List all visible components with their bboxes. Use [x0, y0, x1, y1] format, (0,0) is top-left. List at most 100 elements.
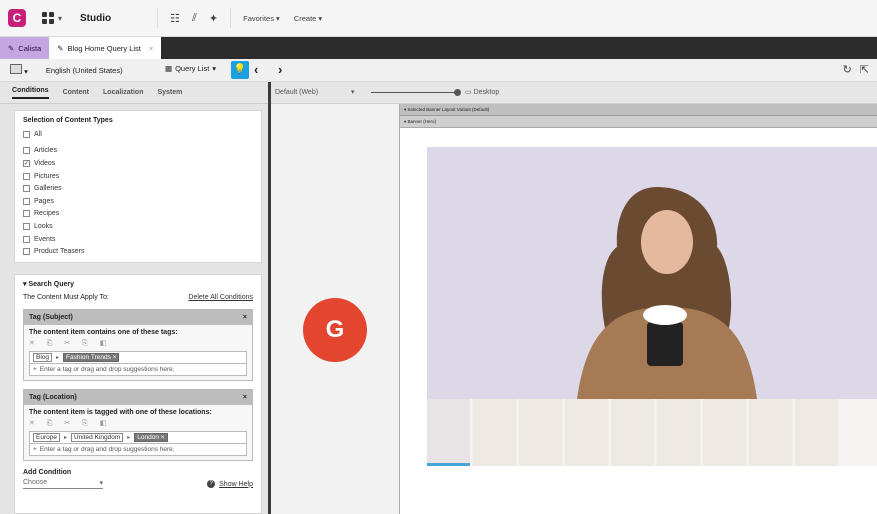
checkbox-pictures[interactable]: Pictures	[23, 170, 253, 183]
top-menus: Favorites ▾ Create ▾	[243, 14, 322, 23]
tag-input[interactable]: + Enter a tag or drag and drop suggestion…	[29, 444, 247, 456]
tag-chip[interactable]: Europe	[33, 433, 60, 442]
hero-photo	[427, 147, 877, 399]
condition-location: Tag (Location) × The content item is tagg…	[23, 389, 253, 461]
slider-handle[interactable]	[454, 89, 461, 96]
search-query-title[interactable]: ▾ Search Query	[23, 280, 253, 288]
columns-icon[interactable]: ⫽	[192, 12, 197, 25]
tag-input[interactable]: + Enter a tag or drag and drop suggestion…	[29, 364, 247, 376]
tag-actions-icon[interactable]: ✕ ⎗ ✂ ⎘ ◧	[29, 339, 247, 348]
hero-image	[427, 147, 877, 399]
add-condition-label: Add Condition	[23, 469, 72, 476]
thumbnail[interactable]	[795, 399, 838, 466]
content-types-title: Selection of Content Types	[23, 117, 113, 124]
locale-selector[interactable]: ▾ English (United States)	[10, 64, 123, 76]
condition-header: Tag (Location) ×	[24, 390, 252, 405]
thumbnail[interactable]	[703, 399, 746, 466]
chevron-down-icon[interactable]: ▾	[351, 88, 355, 96]
delete-all-conditions-link[interactable]: Delete All Conditions	[188, 294, 253, 301]
chevron-down-icon: ▾	[99, 480, 103, 487]
brand-badge: G	[303, 298, 367, 362]
tag-path: Blog ▸ Fashion Trends ×	[29, 351, 247, 364]
checkbox-articles[interactable]: Articles	[23, 145, 253, 158]
page-preview: ▾ Selected Banner Layout Variant (Defaul…	[399, 104, 877, 514]
refresh-icon[interactable]: ↻	[843, 63, 852, 76]
view-selector[interactable]: ▦ Query List ▾	[165, 64, 216, 73]
favorites-menu[interactable]: Favorites ▾	[243, 14, 280, 23]
tab-conditions[interactable]: Conditions	[12, 87, 49, 99]
plus-icon: +	[33, 366, 37, 373]
collapse-left-icon[interactable]: ‹	[254, 62, 258, 77]
app-title: Studio	[80, 12, 112, 24]
apply-row: The Content Must Apply To: Delete All Co…	[23, 294, 253, 301]
checkbox-galleries[interactable]: Galleries	[23, 182, 253, 195]
tag-chip[interactable]: United Kingdom	[70, 433, 124, 442]
editor-tabs: ✎ Calista ✎ Blog Home Query List ×	[0, 37, 877, 59]
checkbox-looks[interactable]: Looks	[23, 220, 253, 233]
condition-subject: Tag (Subject) × The content item contains…	[23, 309, 253, 381]
tag-actions-icon[interactable]: ✕ ⎗ ✂ ⎘ ◧	[29, 419, 247, 428]
create-menu[interactable]: Create ▾	[294, 14, 322, 23]
checkbox-events[interactable]: Events	[23, 233, 253, 246]
chevron-down-icon: ▾	[58, 13, 63, 23]
expand-right-icon[interactable]: ›	[278, 62, 282, 77]
checkbox-pages[interactable]: Pages	[23, 195, 253, 208]
tab-content[interactable]: Content	[63, 89, 89, 96]
pencil-icon: ✎	[8, 43, 15, 53]
checkbox-product-teasers[interactable]: Product Teasers	[23, 245, 253, 258]
content-types-card: Selection of Content Types All Articles …	[14, 110, 262, 263]
library-icon[interactable]: ☷	[170, 12, 180, 25]
width-slider[interactable]	[371, 92, 457, 93]
thumbnail[interactable]	[565, 399, 608, 466]
tag-path: Europe ▸ United Kingdom ▸ London ×	[29, 431, 247, 444]
apps-menu[interactable]: ▾	[42, 12, 62, 24]
plus-icon: +	[33, 446, 37, 453]
channel-select[interactable]: Default (Web)	[275, 89, 318, 96]
thumbnail[interactable]	[427, 399, 470, 466]
close-icon[interactable]: ×	[243, 314, 247, 321]
thumbnail[interactable]	[473, 399, 516, 466]
editor-toolbar: ▾ English (United States) ▦ Query List ▾…	[0, 59, 877, 82]
app-logo[interactable]: C	[8, 9, 26, 27]
layout-variant-bar[interactable]: ▾ Selected Banner Layout Variant (Defaul…	[400, 104, 877, 116]
help-icon: ?	[207, 480, 216, 488]
top-bar: C ▾ Studio ☷ ⫽ ✦ Favorites ▾ Create ▾	[0, 0, 877, 37]
checkbox-all[interactable]: All	[23, 128, 253, 141]
device-mode: ▭ Desktop	[465, 89, 500, 96]
show-help-link[interactable]: ? Show Help	[207, 480, 253, 488]
lightbulb-icon[interactable]: 💡	[231, 61, 249, 79]
tab-calista[interactable]: ✎ Calista	[0, 37, 50, 59]
thumbnail-strip	[427, 399, 877, 466]
sparkle-icon[interactable]: ✦	[209, 12, 218, 25]
tag-chip[interactable]: Fashion Trends ×	[63, 353, 120, 362]
chevron-right-icon: ▸	[127, 435, 131, 441]
list-icon: ▦	[165, 64, 173, 73]
preview-actions: ↻ ⇱	[843, 63, 869, 76]
condition-select[interactable]: Choose ▾	[23, 479, 103, 489]
tab-localization[interactable]: Localization	[103, 89, 143, 96]
flag-icon	[10, 64, 22, 74]
app-shell: C ▾ Studio ☷ ⫽ ✦ Favorites ▾ Create ▾ ✎ …	[0, 0, 877, 514]
monitor-icon: ▭	[465, 89, 472, 96]
tab-system[interactable]: System	[157, 89, 182, 96]
banner-bar[interactable]: ▾ Banner (Hero)	[400, 116, 877, 128]
search-query-card: ▾ Search Query The Content Must Apply To…	[14, 274, 262, 514]
thumbnail[interactable]	[519, 399, 562, 466]
tag-chip[interactable]: Blog	[33, 353, 53, 362]
thumbnail[interactable]	[657, 399, 700, 466]
external-link-icon[interactable]: ⇱	[860, 63, 869, 76]
apps-grid-icon	[42, 12, 54, 24]
form-tabs: Conditions Content Localization System	[0, 82, 268, 104]
thumbnail[interactable]	[749, 399, 792, 466]
device-bar: Default (Web) ▾ ▭ Desktop	[271, 82, 877, 104]
checkbox-recipes[interactable]: Recipes	[23, 208, 253, 221]
close-icon[interactable]: ×	[243, 394, 247, 401]
checkbox-videos[interactable]: ✓ Videos	[23, 157, 253, 170]
form-pane: Selection of Content Types All Articles …	[0, 104, 268, 514]
thumbnail[interactable]	[611, 399, 654, 466]
close-icon[interactable]: ×	[149, 44, 153, 53]
condition-header: Tag (Subject) ×	[24, 310, 252, 325]
tag-chip[interactable]: London ×	[134, 433, 168, 442]
tab-blog-home-query-list[interactable]: ✎ Blog Home Query List ×	[49, 37, 162, 59]
chevron-right-icon: ▸	[56, 355, 60, 361]
